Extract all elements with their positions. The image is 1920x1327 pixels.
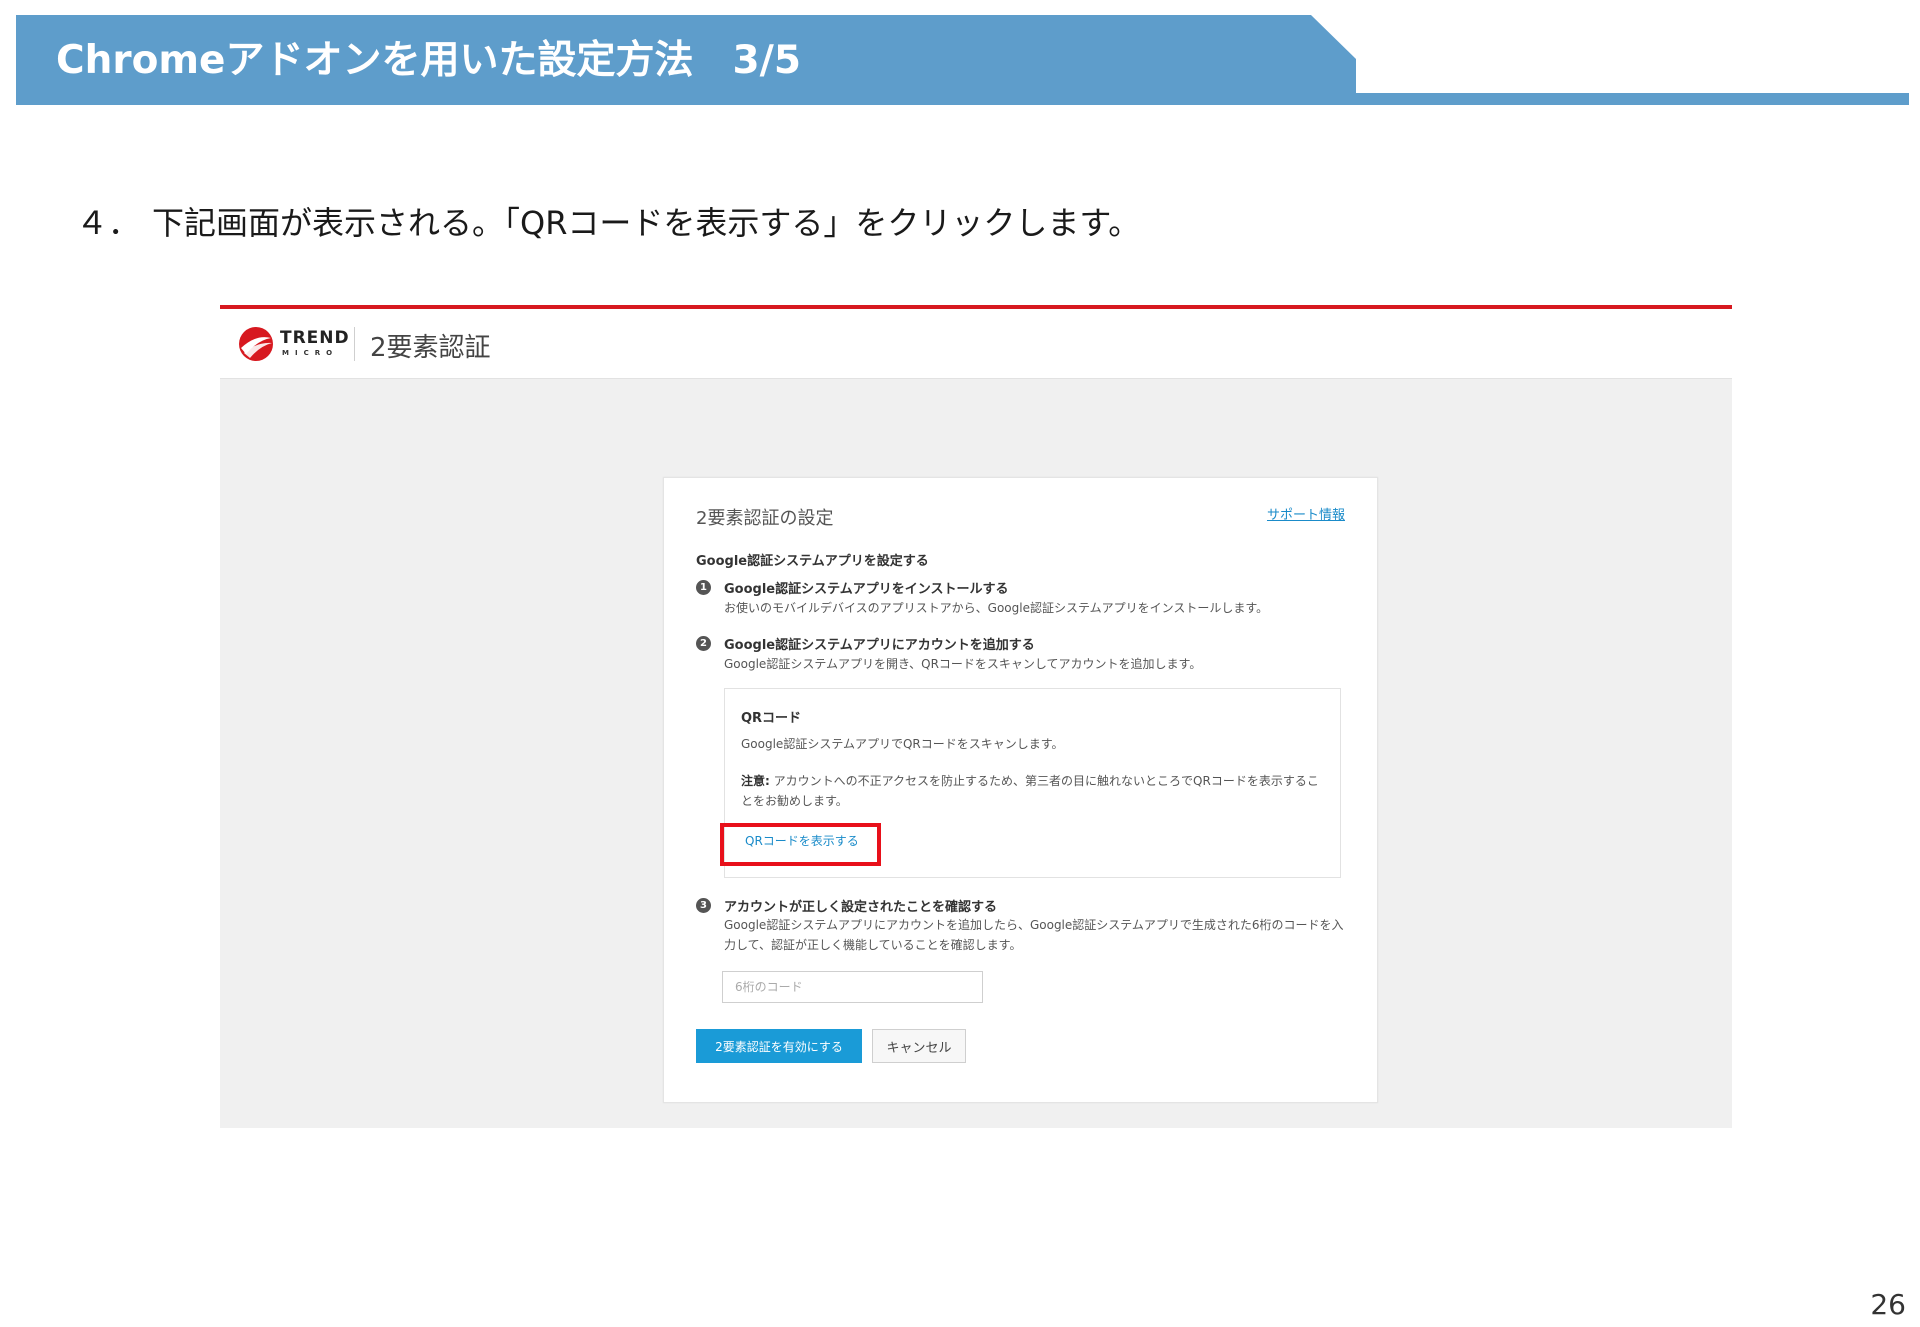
qr-note-text: アカウントへの不正アクセスを防止するため、第三者の目に触れないところでQRコード… xyxy=(741,774,1319,808)
step-description: Google認証システムアプリを開き、QRコードをスキャンしてアカウントを追加し… xyxy=(724,657,1202,671)
qr-description: Google認証システムアプリでQRコードをスキャンします。 xyxy=(741,737,1064,751)
qr-note: 注意: アカウントへの不正アクセスを防止するため、第三者の目に触れないところでQ… xyxy=(741,771,1326,811)
step-bullet-icon: 1 xyxy=(696,580,711,595)
qr-title: QRコード xyxy=(741,711,802,726)
step-heading: Google認証システムアプリをインストールする xyxy=(724,582,1009,597)
step-bullet-icon: 2 xyxy=(696,636,711,651)
embedded-screenshot: TREND MICRO 2要素認証 2要素認証の設定 サポート情報 Google… xyxy=(220,305,1732,1128)
app-header: TREND MICRO 2要素認証 xyxy=(220,309,1732,379)
step-number: ４． xyxy=(76,204,141,242)
support-link[interactable]: サポート情報 xyxy=(1267,504,1345,523)
slide-header: Chromeアドオンを用いた設定方法 3/5 xyxy=(16,15,1356,105)
trend-micro-logo-icon xyxy=(239,327,273,361)
instruction-text: 下記画面が表示される。「QRコードを表示する」をクリックします。 xyxy=(152,204,1141,242)
red-highlight-box xyxy=(720,823,881,866)
header-underline xyxy=(1355,93,1909,105)
brand-name: TREND xyxy=(280,328,350,348)
header-divider xyxy=(354,327,355,361)
step-bullet-icon: 3 xyxy=(696,898,711,913)
code-input[interactable] xyxy=(722,971,983,1003)
cancel-button[interactable]: キャンセル xyxy=(872,1029,966,1063)
step-heading: Google認証システムアプリにアカウントを追加する xyxy=(724,638,1035,653)
step-description: お使いのモバイルデバイスのアプリストアから、Google認証システムアプリをイン… xyxy=(724,601,1269,615)
instruction-line: ４． 下記画面が表示される。「QRコードを表示する」をクリックします。 xyxy=(76,198,1140,244)
two-factor-setup-card: 2要素認証の設定 サポート情報 Google認証システムアプリを設定する 1 G… xyxy=(663,477,1378,1103)
step-heading: アカウントが正しく設定されたことを確認する xyxy=(724,900,998,915)
step-description: Google認証システムアプリにアカウントを追加したら、Google認証システム… xyxy=(724,918,1344,952)
app-title: 2要素認証 xyxy=(370,333,491,363)
page-number: 26 xyxy=(1870,1288,1906,1321)
qr-note-label: 注意: xyxy=(741,774,770,788)
card-title: 2要素認証の設定 xyxy=(696,508,834,529)
section-title: Google認証システムアプリを設定する xyxy=(696,554,929,569)
brand-sub: MICRO xyxy=(282,349,339,357)
slide-title: Chromeアドオンを用いた設定方法 3/5 xyxy=(56,38,802,83)
enable-2fa-button[interactable]: 2要素認証を有効にする xyxy=(696,1029,862,1063)
